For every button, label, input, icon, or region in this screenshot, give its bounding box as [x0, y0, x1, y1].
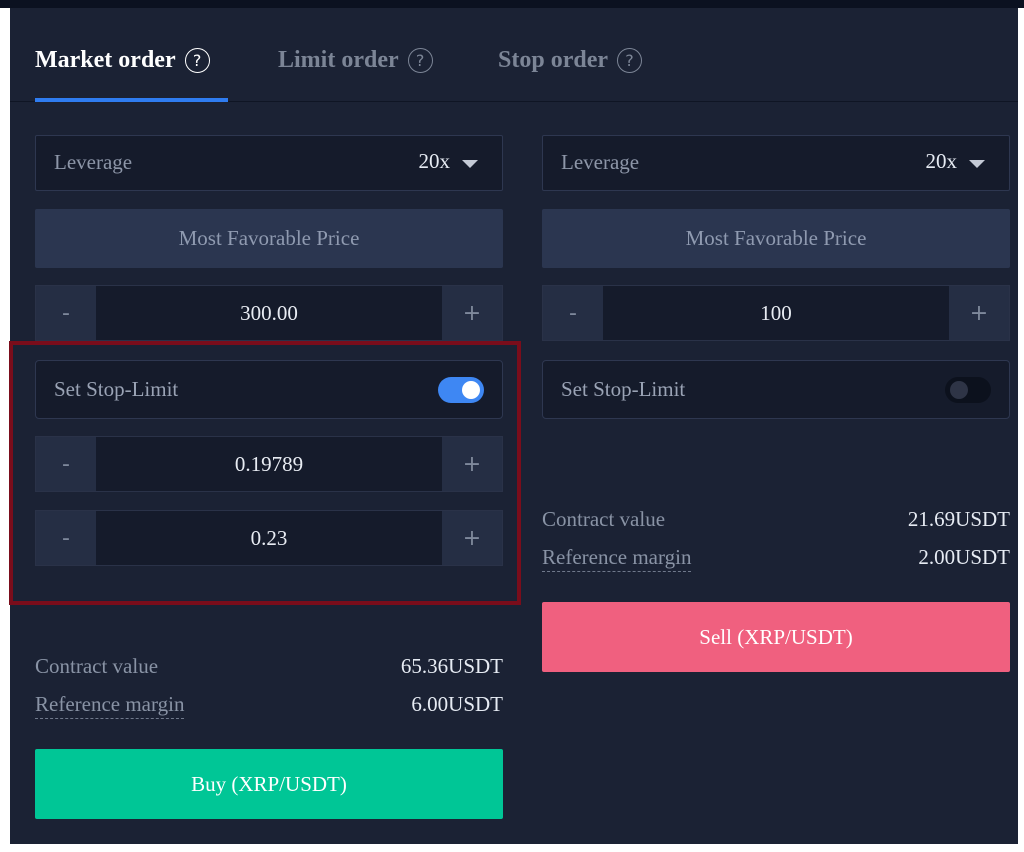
buy-button[interactable]: Buy (XRP/USDT) — [35, 749, 503, 819]
help-icon[interactable]: ? — [407, 47, 433, 73]
sell-contract-value-row: Contract value 21.69USDT — [542, 507, 1010, 537]
caret-down-icon — [969, 160, 985, 168]
reference-margin: 2.00USDT — [918, 545, 1010, 569]
buy-reference-margin-row: Reference margin 6.00USDT — [35, 692, 503, 722]
sell-amount-input[interactable]: 100 — [603, 286, 949, 340]
stop-limit-highlight-box — [9, 341, 521, 605]
contract-value-label: Contract value — [35, 654, 159, 678]
buy-contract-value-row: Contract value 65.36USDT — [35, 654, 503, 684]
tab-market-order[interactable]: Market order ? — [35, 44, 210, 76]
tab-label: Limit order — [278, 46, 399, 73]
leverage-label: Leverage — [561, 150, 640, 174]
tab-stop-order[interactable]: Stop order ? — [498, 44, 642, 76]
tab-limit-order[interactable]: Limit order ? — [278, 44, 433, 76]
tab-label: Stop order — [498, 46, 608, 73]
help-icon[interactable]: ? — [184, 47, 210, 73]
sell-stop-limit-row: Set Stop-Limit — [542, 360, 1010, 419]
decrement-button[interactable]: - — [543, 286, 603, 340]
sell-stop-limit-toggle[interactable] — [945, 377, 991, 403]
leverage-value: 20x — [418, 149, 451, 173]
contract-value: 21.69USDT — [907, 507, 1010, 531]
leverage-value: 20x — [925, 149, 958, 173]
tab-label: Market order — [35, 46, 176, 73]
active-tab-indicator — [35, 98, 228, 102]
increment-button[interactable]: + — [442, 286, 502, 340]
sell-leverage-select[interactable]: Leverage 20x — [542, 135, 1010, 191]
order-type-tabs: Market order ? Limit order ? Stop order … — [10, 8, 1018, 102]
contract-value-label: Contract value — [542, 507, 666, 531]
toggle-knob — [950, 381, 968, 399]
buy-leverage-select[interactable]: Leverage 20x — [35, 135, 503, 191]
sell-reference-margin-row: Reference margin 2.00USDT — [542, 545, 1010, 575]
buy-amount-input[interactable]: 300.00 — [96, 286, 442, 340]
help-icon[interactable]: ? — [617, 47, 642, 73]
decrement-button[interactable]: - — [36, 286, 96, 340]
reference-margin: 6.00USDT — [411, 692, 503, 716]
leverage-label: Leverage — [54, 150, 133, 174]
screenshot-frame: Market order ? Limit order ? Stop order … — [0, 0, 1024, 852]
buy-amount-stepper: - 300.00 + — [35, 285, 503, 341]
reference-margin-label[interactable]: Reference margin — [542, 545, 692, 572]
top-strip — [0, 0, 1024, 8]
stop-limit-label: Set Stop-Limit — [561, 377, 686, 401]
sell-amount-stepper: - 100 + — [542, 285, 1010, 341]
sell-button[interactable]: Sell (XRP/USDT) — [542, 602, 1010, 672]
increment-button[interactable]: + — [949, 286, 1009, 340]
contract-value: 65.36USDT — [400, 654, 503, 678]
reference-margin-label[interactable]: Reference margin — [35, 692, 185, 719]
buy-most-favorable-price-button[interactable]: Most Favorable Price — [35, 209, 503, 268]
caret-down-icon — [462, 160, 478, 168]
sell-most-favorable-price-button[interactable]: Most Favorable Price — [542, 209, 1010, 268]
